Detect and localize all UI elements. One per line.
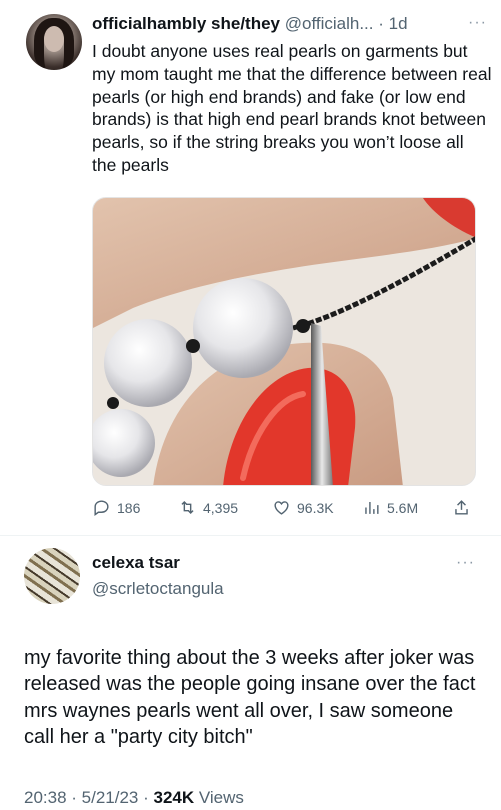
tweet-date[interactable]: 5/21/23 (82, 788, 139, 807)
reply-icon (94, 500, 109, 517)
author-name[interactable]: officialhambly she/they (92, 14, 280, 33)
like-count: 96.3K (297, 499, 334, 516)
tweet-time[interactable]: 1d (389, 14, 408, 33)
views-icon (365, 501, 379, 514)
tweet-time[interactable]: 20:38 (24, 788, 67, 807)
avatar-face (44, 26, 64, 52)
retweet-button[interactable]: 4,395 (178, 498, 238, 517)
retweet-count: 4,395 (203, 499, 239, 516)
more-icon[interactable]: ··· (456, 554, 475, 572)
share-button[interactable] (452, 498, 477, 517)
quoted-tweet[interactable]: officialhambly she/they @officialh... · … (0, 0, 501, 535)
author-handle[interactable]: @officialh... (285, 14, 374, 33)
like-icon (274, 501, 289, 515)
more-icon[interactable]: ··· (468, 14, 487, 32)
views-count: 5.6M (387, 499, 419, 516)
pearls-image (93, 198, 475, 485)
author-avatar[interactable] (24, 548, 80, 604)
tweet-text: my favorite thing about the 3 weeks afte… (24, 647, 476, 748)
retweet-icon (181, 500, 194, 515)
views-count: 324K (153, 788, 195, 807)
author-handle[interactable]: @scrletoctangula (92, 579, 224, 599)
tweet-actions: 186 4,395 96.3K 5.6M (92, 498, 492, 522)
reply-count: 186 (117, 499, 141, 516)
separator-dot: · (66, 788, 82, 807)
author-avatar[interactable] (26, 14, 82, 70)
separator-dot: · (138, 788, 154, 807)
tweet-text: I doubt anyone uses real pearls on garme… (92, 41, 492, 175)
like-button[interactable]: 96.3K (272, 498, 334, 517)
tweet-divider (0, 535, 501, 536)
share-icon (455, 500, 468, 515)
views-button[interactable]: 5.6M (362, 498, 418, 517)
reply-button[interactable]: 186 (92, 498, 140, 517)
tweet-photo[interactable] (92, 197, 476, 486)
tweet-header: officialhambly she/they @officialh... · … (92, 14, 492, 36)
views-label: Views (198, 788, 244, 807)
author-name[interactable]: celexa tsar (92, 553, 180, 573)
separator-dot: · (373, 14, 389, 33)
tweet-meta: 20:38 · 5/21/23 · 324K Views (24, 788, 244, 808)
